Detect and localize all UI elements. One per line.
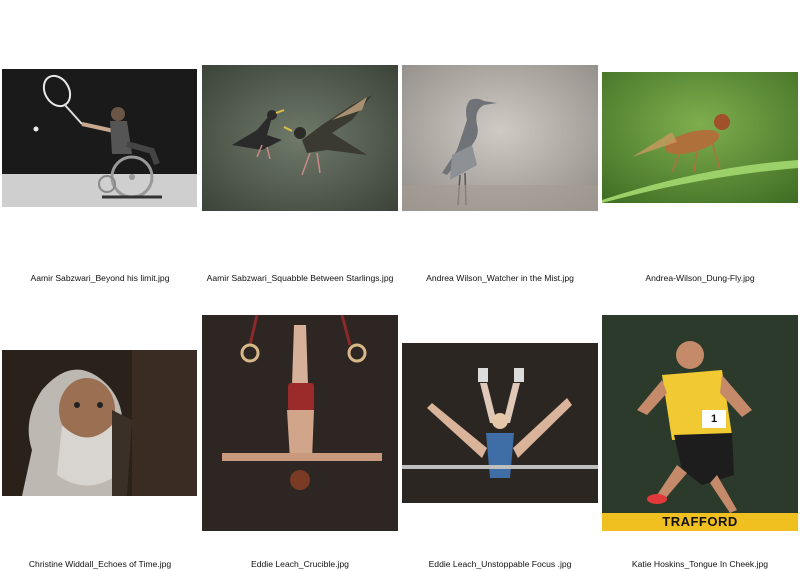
photo-caption-4: Andrea-Wilson_Dung-Fly.jpg [645, 273, 755, 283]
runner-bib-number: 1 [710, 413, 718, 425]
photo-thumbnail-3[interactable] [402, 65, 598, 211]
photo-caption-3: Andrea Wilson_Watcher in the Mist.jpg [426, 273, 574, 283]
gymnast-rings-image [202, 315, 398, 531]
gymnast-bar-image [402, 343, 598, 503]
photo-caption-2: Aamir Sabzwari_Squabble Between Starling… [206, 273, 394, 283]
photo-thumbnail-7[interactable] [402, 343, 598, 503]
runner-banner-text: TRAFFORD [662, 514, 738, 529]
photo-caption-8: Katie Hoskins_Tongue In Cheek.jpg [631, 559, 769, 569]
photo-thumbnail-6[interactable] [202, 315, 398, 531]
photo-caption-6: Eddie Leach_Crucible.jpg [251, 559, 349, 569]
heron-image [402, 65, 598, 211]
photo-thumbnail-1[interactable] [2, 69, 197, 207]
dung-fly-image [602, 72, 798, 203]
photo-caption-5: Christine Widdall_Echoes of Time.jpg [28, 559, 172, 569]
photo-thumbnail-5[interactable] [2, 350, 197, 496]
photo-caption-1: Aamir Sabzwari_Beyond his limit.jpg [30, 273, 170, 283]
photo-caption-7: Eddie Leach_Unstoppable Focus .jpg [428, 559, 572, 569]
wheelchair-tennis-image [2, 69, 197, 207]
starlings-image [202, 65, 398, 211]
photo-thumbnail-2[interactable] [202, 65, 398, 211]
bearded-man-image [2, 350, 197, 496]
runner-image [602, 315, 798, 531]
photo-thumbnail-4[interactable] [602, 72, 798, 203]
photo-thumbnail-8[interactable]: 1 TRAFFORD [602, 315, 798, 531]
